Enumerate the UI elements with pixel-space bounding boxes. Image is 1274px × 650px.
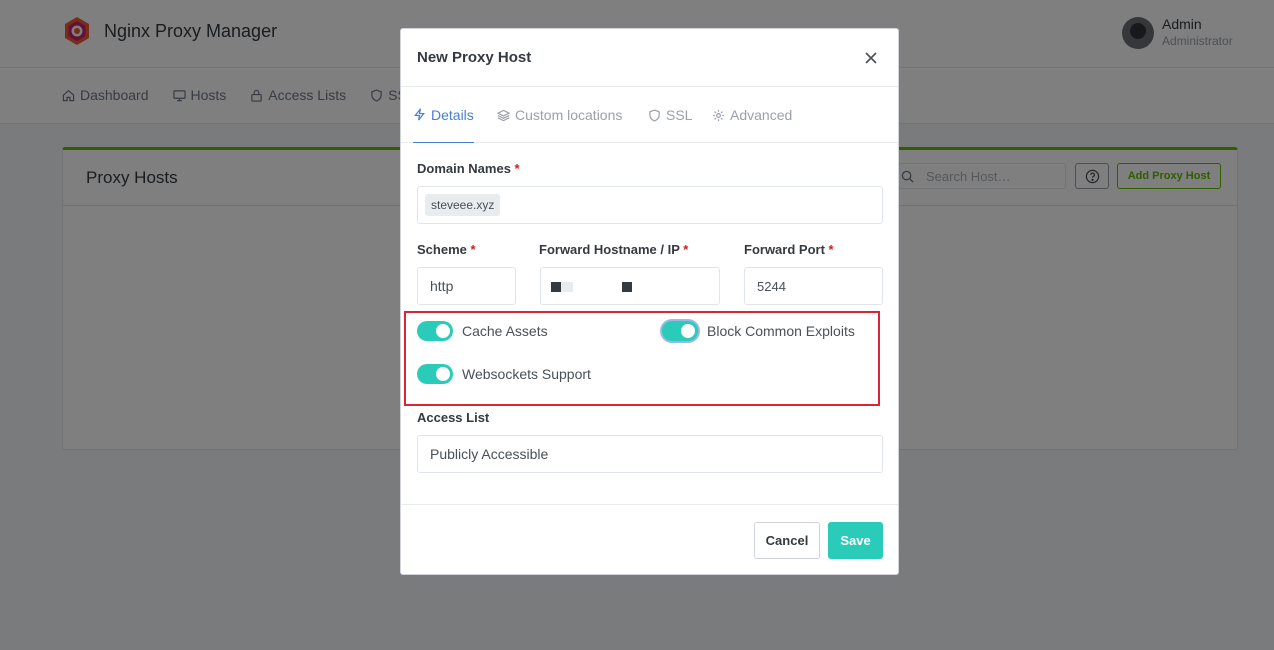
required-mark: * <box>470 242 476 257</box>
redacted-block <box>551 282 561 292</box>
redacted-block <box>622 282 632 292</box>
toggle-label: Block Common Exploits <box>707 323 855 339</box>
close-icon <box>865 52 877 64</box>
tab-label: SSL <box>666 107 693 123</box>
tab-custom-locations[interactable]: Custom locations <box>497 87 622 143</box>
forward-hostname-label: Forward Hostname / IP * <box>539 242 689 257</box>
shield-icon <box>649 108 660 122</box>
tab-ssl[interactable]: SSL <box>648 87 692 143</box>
scheme-value: http <box>430 278 454 294</box>
access-list-value: Publicly Accessible <box>430 446 549 462</box>
tab-advanced[interactable]: Advanced <box>712 87 792 143</box>
websockets-support-toggle[interactable]: Websockets Support <box>417 364 591 384</box>
domain-chip[interactable]: steveee.xyz <box>425 194 501 216</box>
toggle-label: Websockets Support <box>462 366 591 382</box>
scheme-input[interactable]: http <box>417 267 516 305</box>
lightning-icon <box>414 108 425 121</box>
forward-port-value: 5244 <box>757 278 786 294</box>
close-button[interactable] <box>861 48 881 68</box>
forward-port-input[interactable]: 5244 <box>744 267 883 305</box>
tab-details[interactable]: Details <box>413 87 474 143</box>
new-proxy-host-modal: New Proxy Host Details Custom locations … <box>400 28 899 575</box>
required-mark: * <box>828 242 834 257</box>
websockets-support-switch[interactable] <box>417 364 453 384</box>
access-list-label: Access List <box>417 410 490 425</box>
redacted-block <box>561 282 573 292</box>
cache-assets-toggle[interactable]: Cache Assets <box>417 321 548 341</box>
required-mark: * <box>683 242 689 257</box>
forward-hostname-input[interactable] <box>540 267 720 305</box>
toggle-label: Cache Assets <box>462 323 548 339</box>
save-button[interactable]: Save <box>828 522 883 559</box>
cancel-button[interactable]: Cancel <box>754 522 820 559</box>
layers-icon <box>497 109 510 121</box>
scheme-label: Scheme * <box>417 242 476 257</box>
block-common-exploits-switch[interactable] <box>662 321 698 341</box>
domain-names-input[interactable]: steveee.xyz <box>417 186 883 224</box>
tab-label: Details <box>431 106 474 123</box>
modal-footer: Cancel Save <box>401 504 898 574</box>
forward-port-label: Forward Port * <box>744 242 834 257</box>
modal-title: New Proxy Host <box>417 49 532 66</box>
domain-names-label: Domain Names * <box>417 161 520 176</box>
tab-label: Custom locations <box>515 107 623 123</box>
gear-icon <box>712 109 725 121</box>
modal-tabs: Details Custom locations SSL Advanced <box>401 87 898 143</box>
block-common-exploits-toggle[interactable]: Block Common Exploits <box>662 321 855 341</box>
access-list-select[interactable]: Publicly Accessible <box>417 435 883 473</box>
cache-assets-switch[interactable] <box>417 321 453 341</box>
required-mark: * <box>514 161 520 176</box>
tab-label: Advanced <box>730 107 793 123</box>
